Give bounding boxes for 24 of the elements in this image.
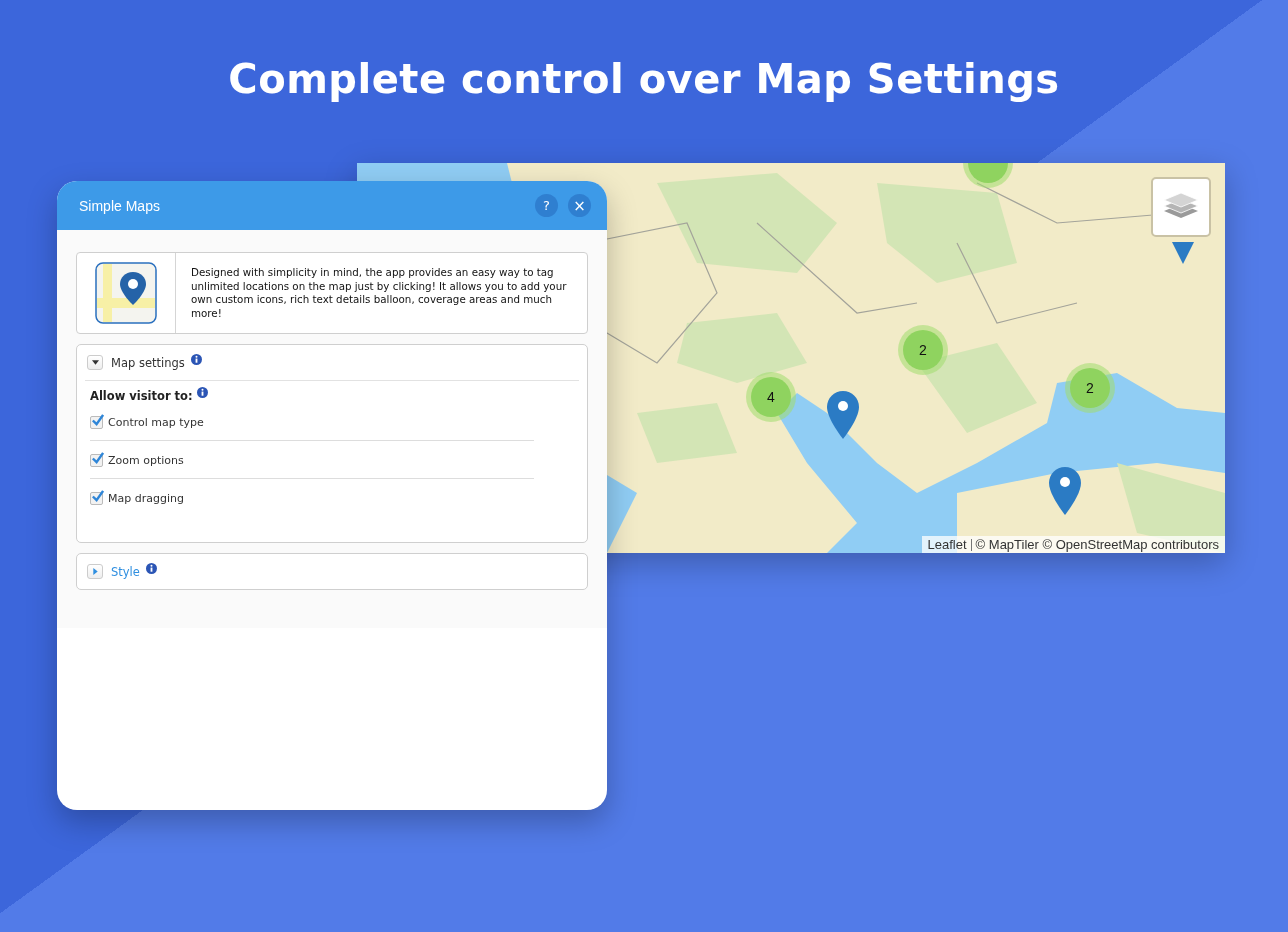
allow-label: Allow visitor to: xyxy=(90,389,193,403)
layers-button[interactable] xyxy=(1151,177,1211,237)
headline: Complete control over Map Settings xyxy=(227,55,1061,102)
checkbox[interactable] xyxy=(90,491,103,505)
app-description: Designed with simplicity in mind, the app provides an easy way to tag unlimited locations on the map just by clicking! It allows you to add your own custom icons, rich text details balloon, coverage areas and much more! xyxy=(190,265,568,321)
leaflet-link[interactable]: Leaflet xyxy=(927,537,967,552)
attribution-text: © MapTiler © OpenStreetMap contributors xyxy=(975,537,1219,552)
section-title[interactable]: Map settings xyxy=(111,355,185,370)
option-label: Control map type xyxy=(108,415,204,429)
help-button[interactable]: ? xyxy=(535,194,558,217)
triangle-icon xyxy=(91,359,99,366)
expand-toggle[interactable] xyxy=(87,564,103,579)
section-title[interactable]: Style xyxy=(111,564,140,579)
triangle-icon xyxy=(91,568,99,575)
checkbox[interactable] xyxy=(90,453,103,467)
expand-toggle[interactable] xyxy=(87,355,103,370)
panel-title: Simple Maps xyxy=(79,197,160,214)
close-button[interactable]: × xyxy=(568,194,591,217)
option-label: Zoom options xyxy=(108,453,184,467)
info-icon[interactable] xyxy=(190,354,202,365)
info-icon[interactable] xyxy=(145,563,157,574)
checkbox[interactable] xyxy=(90,415,103,429)
info-icon[interactable] xyxy=(196,387,208,398)
option-label: Map dragging xyxy=(108,491,184,505)
